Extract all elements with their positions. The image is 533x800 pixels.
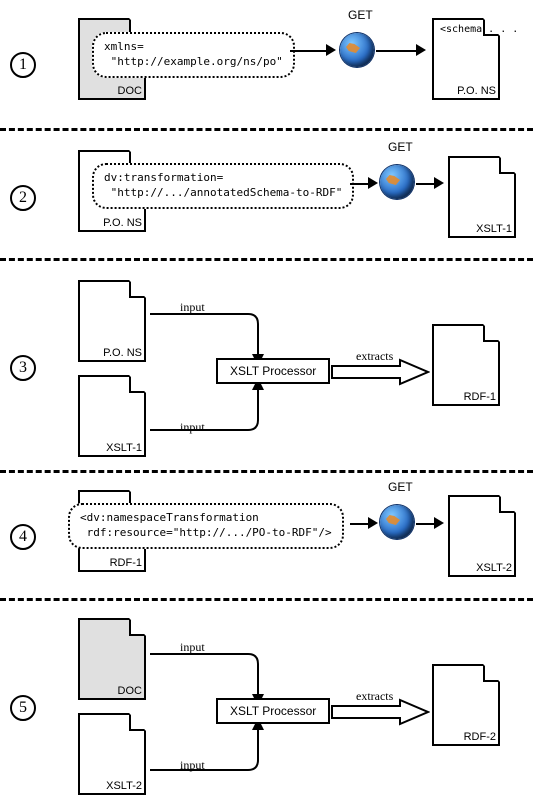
doc-label: P.O. NS [103, 347, 142, 359]
arrow [350, 523, 370, 525]
doc-label: DOC [118, 685, 142, 697]
step-number-label: 4 [19, 528, 27, 546]
arrow [416, 523, 436, 525]
separator [0, 128, 533, 131]
doc-label: XSLT-1 [476, 223, 512, 235]
step-number-3: 3 [10, 355, 36, 381]
doc-output-step3: RDF-1 [432, 324, 500, 406]
step-number-label: 5 [19, 699, 27, 717]
doc-label: XSLT-1 [106, 442, 142, 454]
doc-snippet: <schema . . . [440, 24, 518, 36]
doc-inputA-step3: P.O. NS [78, 280, 146, 362]
doc-label: P.O. NS [457, 85, 496, 97]
arrow-head-icon [434, 517, 444, 529]
globe-icon [380, 165, 414, 199]
doc-inputA-step5: DOC [78, 618, 146, 700]
get-label: GET [348, 8, 373, 22]
doc-label: DOC [118, 85, 142, 97]
processor-box: XSLT Processor [216, 358, 330, 384]
doc-target-step1: <schema . . . P.O. NS [432, 18, 500, 100]
arrow-head-icon [368, 517, 378, 529]
doc-target-step2: XSLT-1 [448, 156, 516, 238]
doc-label: XSLT-2 [106, 780, 142, 792]
arrow-head-icon [368, 177, 378, 189]
globe-icon [340, 33, 374, 67]
doc-inputB-step5: XSLT-2 [78, 713, 146, 795]
step-number-2: 2 [10, 185, 36, 211]
get-label: GET [388, 480, 413, 494]
arrow [290, 50, 328, 52]
step-number-1: 1 [10, 52, 36, 78]
doc-label: RDF-2 [464, 731, 496, 743]
arrow-head-icon [326, 44, 336, 56]
callout-step1: xmlns= "http://example.org/ns/po" [92, 32, 295, 78]
arrow-head-icon [416, 44, 426, 56]
doc-label: RDF-1 [464, 391, 496, 403]
doc-inputB-step3: XSLT-1 [78, 375, 146, 457]
get-label: GET [388, 140, 413, 154]
processor-box: XSLT Processor [216, 698, 330, 724]
doc-label: P.O. NS [103, 217, 142, 229]
step-number-label: 2 [19, 189, 27, 207]
step-number-4: 4 [10, 524, 36, 550]
callout-step2: dv:transformation= "http://.../annotated… [92, 163, 354, 209]
step-number-5: 5 [10, 695, 36, 721]
arrow [416, 183, 436, 185]
arrow [376, 50, 418, 52]
separator [0, 258, 533, 261]
separator [0, 598, 533, 601]
callout-step4: <dv:namespaceTransformation rdf:resource… [68, 503, 344, 549]
arrow-head-icon [434, 177, 444, 189]
wide-arrow-icon [330, 358, 430, 386]
doc-label: XSLT-2 [476, 562, 512, 574]
doc-label: RDF-1 [110, 557, 142, 569]
diagram-canvas: 1 DOC xmlns= "http://example.org/ns/po" … [0, 0, 533, 800]
wide-arrow-icon [330, 698, 430, 726]
doc-output-step5: RDF-2 [432, 664, 500, 746]
step-number-label: 1 [19, 56, 27, 74]
arrow [350, 183, 370, 185]
separator [0, 470, 533, 473]
doc-target-step4: XSLT-2 [448, 495, 516, 577]
globe-icon [380, 505, 414, 539]
step-number-label: 3 [19, 359, 27, 377]
